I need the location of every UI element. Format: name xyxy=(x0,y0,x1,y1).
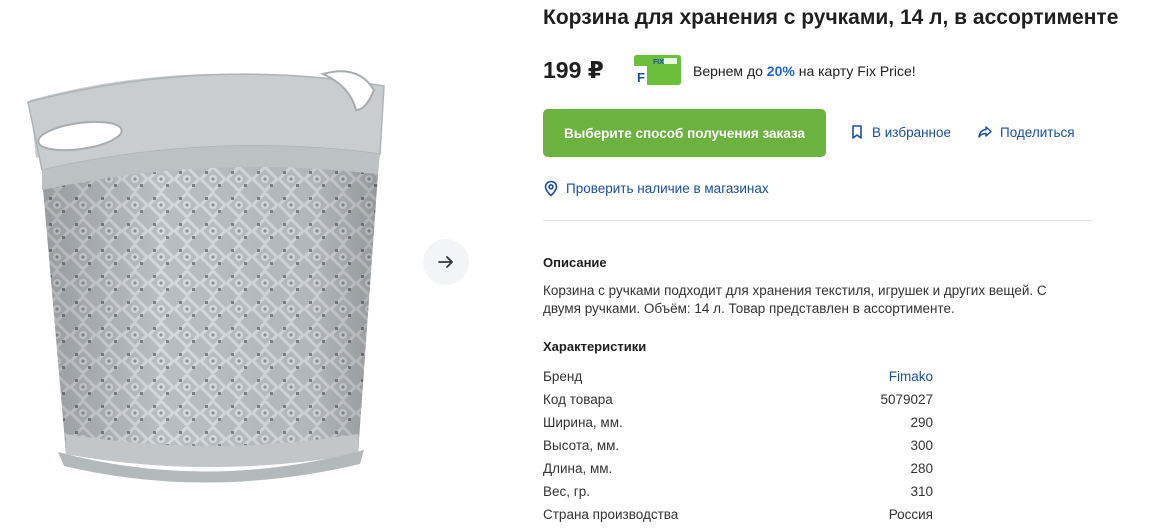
spec-row: Ширина, мм. 290 xyxy=(543,411,933,434)
spec-label: Страна производства xyxy=(543,507,679,522)
next-image-button[interactable] xyxy=(423,239,469,285)
location-pin-icon xyxy=(544,180,558,197)
card-logo-text: FIX xyxy=(653,59,664,66)
svg-text:F: F xyxy=(637,70,645,85)
specs-table: Бренд Fimako Код товара 5079027 Ширина, … xyxy=(543,365,933,526)
spec-row: Высота, мм. 300 xyxy=(543,434,933,457)
spec-row: Код товара 5079027 xyxy=(543,388,933,411)
choose-delivery-button[interactable]: Выберите способ получения заказа xyxy=(543,109,826,157)
share-label: Поделиться xyxy=(1000,124,1075,140)
share-icon xyxy=(978,126,992,138)
spec-label: Бренд xyxy=(543,369,583,384)
cashback-prefix: Вернем до xyxy=(693,63,763,79)
spec-value: 5079027 xyxy=(880,392,933,407)
fix-price-card-icon: FIX F xyxy=(634,55,681,85)
description-title: Описание xyxy=(543,255,607,270)
spec-row: Длина, мм. 280 xyxy=(543,457,933,480)
section-divider xyxy=(543,220,1093,221)
product-price: 199 ₽ xyxy=(543,57,604,83)
share-link[interactable]: Поделиться xyxy=(977,124,1075,140)
product-image xyxy=(18,62,398,492)
favorites-label: В избранное xyxy=(872,124,952,140)
spec-value: 300 xyxy=(910,438,933,453)
spec-label: Высота, мм. xyxy=(543,438,620,453)
specs-title: Характеристики xyxy=(543,339,647,354)
brand-link[interactable]: Fimako xyxy=(889,369,933,384)
cashback-suffix: на карту Fix Price! xyxy=(798,63,916,79)
spec-label: Длина, мм. xyxy=(543,461,613,476)
spec-label: Вес, гр. xyxy=(543,484,590,499)
cashback-text: Вернем до 20% на карту Fix Price! xyxy=(693,63,916,79)
spec-label: Ширина, мм. xyxy=(543,415,623,430)
bookmark-icon xyxy=(852,125,862,139)
cashback-percent: 20% xyxy=(766,63,795,79)
spec-value: 280 xyxy=(910,461,933,476)
arrow-right-icon xyxy=(438,256,453,268)
spec-row: Вес, гр. 310 xyxy=(543,480,933,503)
spec-label: Код товара xyxy=(543,392,613,407)
check-stock-link[interactable]: Проверить наличие в магазинах xyxy=(543,180,769,197)
description-text: Корзина с ручками подходит для хранения … xyxy=(543,283,1047,316)
check-stock-label: Проверить наличие в магазинах xyxy=(566,181,769,196)
spec-value: 290 xyxy=(910,415,933,430)
spec-value: 310 xyxy=(910,484,933,499)
product-title: Корзина для хранения с ручками, 14 л, в … xyxy=(543,6,1119,29)
spec-row: Бренд Fimako xyxy=(543,365,933,388)
add-to-favorites-link[interactable]: В избранное xyxy=(849,124,951,140)
spec-row: Страна производства Россия xyxy=(543,503,933,526)
spec-value: Россия xyxy=(888,507,933,522)
